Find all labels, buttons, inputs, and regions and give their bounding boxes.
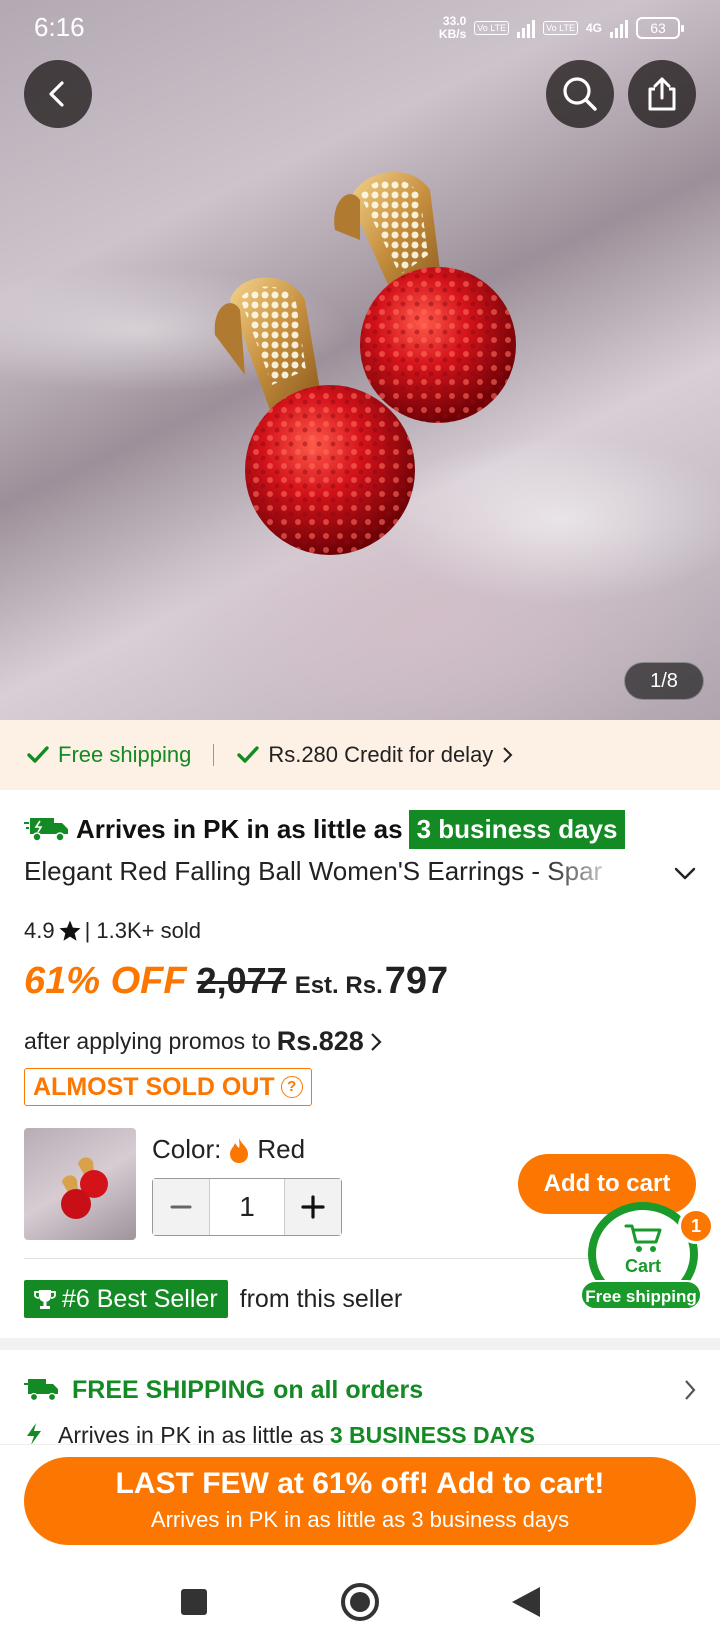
recent-apps-button[interactable] xyxy=(172,1580,216,1624)
truck-icon xyxy=(24,1379,58,1402)
best-seller-rank: #6 Best Seller xyxy=(62,1284,218,1313)
network-type: 4G xyxy=(585,21,602,35)
best-seller-row: #6 Best Seller from this seller xyxy=(24,1280,402,1318)
est-label: Est. Rs. xyxy=(294,972,383,999)
home-button[interactable] xyxy=(338,1580,382,1624)
delivery-prefix: Arrives in PK in as little as xyxy=(76,813,403,844)
delivery-estimate: Arrives in PK in as little as 3 business… xyxy=(24,808,626,850)
floating-cart-button[interactable]: Cart 1 Free shipping xyxy=(580,1202,714,1310)
cart-free-shipping-tag: Free shipping xyxy=(580,1280,702,1310)
free-shipping-heading: FREE SHIPPING xyxy=(72,1375,266,1404)
best-seller-badge: #6 Best Seller xyxy=(24,1280,228,1318)
back-button[interactable] xyxy=(24,60,92,128)
network-speed-unit: KB/s xyxy=(438,27,467,41)
promo-link[interactable]: after applying promos to Rs.828 xyxy=(24,1026,384,1057)
free-shipping-benefit: Free shipping xyxy=(26,742,191,768)
check-icon xyxy=(237,746,260,763)
signal-icon-2 xyxy=(610,18,628,38)
square-icon xyxy=(181,1589,207,1615)
volte-icon: Vo LTE xyxy=(474,21,510,35)
chevron-right-icon xyxy=(371,1032,382,1051)
cart-icon xyxy=(624,1224,662,1252)
network-speed: 33.0 KB/s xyxy=(439,15,466,41)
rating-value: 4.9 xyxy=(24,918,55,943)
discount-label: 61% OFF xyxy=(24,960,187,1002)
earrings-thumbnail-image xyxy=(61,1157,108,1219)
color-value: Red xyxy=(257,1134,306,1164)
promo-price: Rs.828 xyxy=(276,1026,364,1056)
minus-icon xyxy=(170,1205,192,1209)
final-price: 797 xyxy=(384,960,449,1002)
shipping-benefits-strip: Free shipping Rs.280 Credit for delay xyxy=(0,720,720,790)
promo-prefix: after applying promos to xyxy=(24,1028,271,1054)
product-title: Elegant Red Falling Ball Women'S Earring… xyxy=(24,856,624,892)
delivery-time-row: Arrives in PK in as little as 3 BUSINESS… xyxy=(24,1422,700,1444)
color-label: Color: xyxy=(152,1134,222,1164)
cta-title: LAST FEW at 61% off! Add to cart! xyxy=(115,1467,605,1500)
credit-for-delay-link[interactable]: Rs.280 Credit for delay xyxy=(236,742,513,768)
variant-thumbnail[interactable] xyxy=(24,1128,136,1240)
best-seller-text: from this seller xyxy=(239,1284,403,1313)
credit-for-delay-label: Rs.280 Credit for delay xyxy=(268,742,494,767)
section-separator xyxy=(0,1338,720,1350)
battery-icon: 63 xyxy=(636,17,684,39)
earrings-photo xyxy=(214,171,516,555)
status-icons: 33.0 KB/s Vo LTE Vo LTE 4G 63 xyxy=(439,14,684,42)
quantity-value[interactable]: 1 xyxy=(209,1179,285,1235)
share-button[interactable] xyxy=(628,60,696,128)
bottom-cta-bar: LAST FEW at 61% off! Add to cart! Arrive… xyxy=(0,1444,720,1554)
lightning-icon xyxy=(27,1423,41,1444)
chevron-right-icon xyxy=(503,747,513,763)
sold-count: | 1.3K+ sold xyxy=(84,918,201,943)
chevron-right-icon xyxy=(685,1380,696,1400)
signal-icon xyxy=(517,18,536,38)
almost-sold-out-badge[interactable]: ALMOST SOLD OUT ? xyxy=(24,1068,312,1106)
delivery-time-prefix: Arrives in PK in as little as xyxy=(58,1422,324,1444)
rating-row: 4.9 | 1.3K+ sold xyxy=(24,918,201,944)
trophy-icon xyxy=(34,1290,56,1309)
cart-count-badge: 1 xyxy=(678,1208,714,1244)
cta-subtitle: Arrives in PK in as little as 3 business… xyxy=(150,1507,570,1532)
delivery-time-days: 3 BUSINESS DAYS xyxy=(329,1422,535,1444)
status-time: 6:16 xyxy=(34,12,85,42)
star-icon xyxy=(59,920,81,941)
color-selector: Color: Red xyxy=(152,1134,305,1165)
image-counter: 1/8 xyxy=(624,662,704,700)
volte-icon-2: Vo LTE xyxy=(543,21,578,35)
circle-home-icon xyxy=(341,1583,379,1621)
free-shipping-info-row[interactable]: FREE SHIPPING on all orders xyxy=(24,1370,700,1410)
sold-out-label: ALMOST SOLD OUT xyxy=(33,1072,275,1101)
increase-quantity-button[interactable] xyxy=(285,1179,341,1235)
cart-label: Cart xyxy=(624,1256,661,1276)
last-few-add-to-cart-button[interactable]: LAST FEW at 61% off! Add to cart! Arrive… xyxy=(24,1457,696,1545)
share-icon xyxy=(648,77,676,111)
delivery-days-badge: 3 business days xyxy=(408,809,626,849)
chevron-down-icon[interactable] xyxy=(672,860,698,886)
quantity-stepper: 1 xyxy=(152,1178,342,1236)
free-shipping-label: Free shipping xyxy=(58,742,192,767)
decrease-quantity-button[interactable] xyxy=(153,1179,209,1235)
original-price: 2,077 xyxy=(196,960,287,1001)
plus-icon xyxy=(301,1195,325,1219)
search-icon xyxy=(563,77,597,111)
product-image[interactable]: 6:16 33.0 KB/s Vo LTE Vo LTE 4G 63 1/8 xyxy=(0,0,720,720)
search-button[interactable] xyxy=(546,60,614,128)
nav-back-button[interactable] xyxy=(504,1580,548,1624)
divider xyxy=(213,744,215,766)
triangle-back-icon xyxy=(512,1587,540,1617)
flame-icon xyxy=(230,1137,249,1163)
price-row: 61% OFF 2,077 Est. Rs. 797 xyxy=(24,960,448,1012)
chevron-left-icon xyxy=(49,81,64,107)
free-shipping-subtext: on all orders xyxy=(273,1375,424,1404)
fast-truck-icon xyxy=(24,818,68,842)
check-icon xyxy=(27,746,49,763)
system-navigation-bar xyxy=(0,1554,720,1650)
status-bar: 6:16 33.0 KB/s Vo LTE Vo LTE 4G 63 xyxy=(0,0,720,54)
help-icon: ? xyxy=(280,1076,303,1098)
